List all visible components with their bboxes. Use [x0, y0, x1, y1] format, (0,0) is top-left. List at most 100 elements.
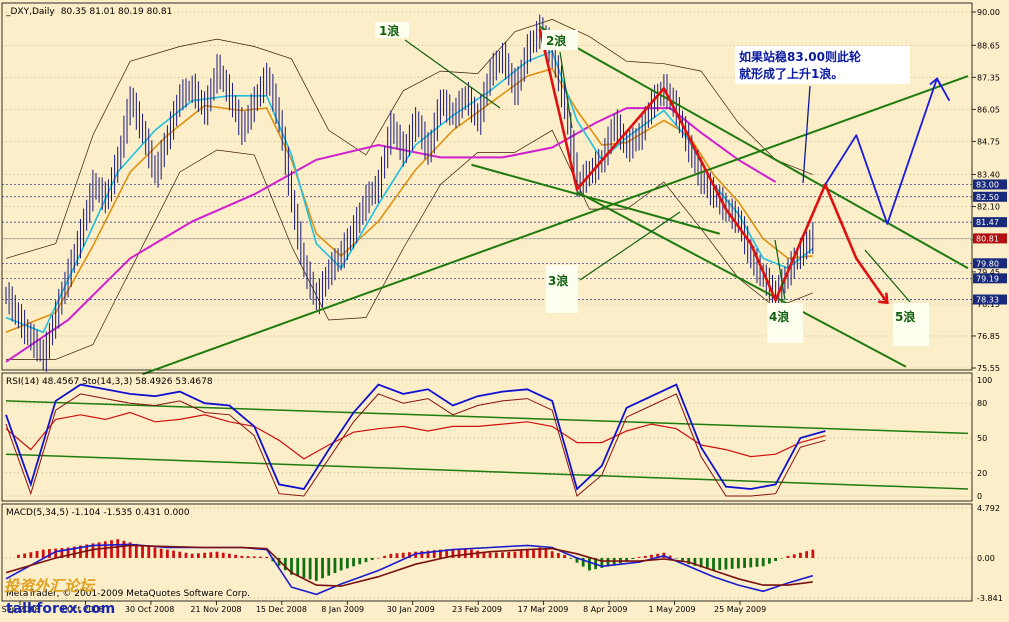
macd-histogram-bar	[724, 557, 728, 570]
macd-histogram-bar	[54, 548, 58, 558]
macd-histogram-bar	[383, 555, 386, 558]
macd-histogram-bar	[17, 554, 20, 558]
macd-histogram-bar	[159, 548, 163, 558]
macd-histogram-bar	[556, 553, 560, 558]
note-line2: 就形成了上升1浪。	[739, 66, 843, 81]
price-level-tag: 79.80	[976, 259, 999, 268]
price-tick-label: 84.75	[977, 137, 1000, 146]
price-level-tag: 78.33	[976, 296, 999, 305]
macd-histogram-bar	[774, 557, 777, 562]
macd-histogram-bar	[321, 557, 324, 579]
macd-histogram-bar	[327, 557, 331, 576]
rsi-header: RSI(14) 48.4567 Sto(14,3,3) 58.4926 53.4…	[6, 377, 213, 387]
macd-histogram-bar	[122, 540, 126, 558]
date-tick-label: 15 Dec 2008	[256, 605, 307, 614]
macd-histogram-bar	[314, 557, 318, 581]
macd-histogram-bar	[507, 551, 511, 558]
watermark-site: talkforex.com	[6, 601, 115, 617]
macd-histogram-bar	[221, 552, 225, 558]
macd-histogram-bar	[48, 549, 51, 558]
price-level-tag: 83.00	[976, 180, 999, 189]
macd-histogram-bar	[339, 557, 343, 571]
price-level-tag: 79.19	[976, 274, 999, 283]
wave4-text: 4浪	[769, 309, 789, 324]
macd-histogram-bar	[209, 552, 213, 558]
macd-histogram-bar	[513, 551, 517, 558]
macd-histogram-bar	[631, 557, 635, 559]
macd-histogram-bar	[476, 550, 480, 558]
macd-histogram-bar	[333, 557, 337, 574]
macd-histogram-bar	[544, 549, 548, 558]
rsi-tick-label: 80	[977, 399, 987, 408]
macd-histogram-bar	[799, 552, 802, 558]
macd-histogram-bar	[501, 552, 504, 558]
macd-histogram-bar	[296, 557, 300, 577]
rsi-tick-label: 50	[977, 434, 987, 443]
macd-histogram-bar	[395, 553, 399, 558]
macd-tick-label: -3.841	[977, 594, 1003, 603]
price-tick-label: 83.40	[977, 171, 1000, 180]
macd-histogram-bar	[240, 555, 244, 558]
macd-histogram-bar	[190, 553, 194, 558]
price-level-tag: 80.81	[976, 234, 999, 243]
macd-histogram-bar	[767, 557, 771, 564]
macd-histogram-bar	[780, 557, 784, 559]
macd-histogram-bar	[252, 556, 256, 558]
wave3-box	[546, 265, 578, 313]
macd-histogram-bar	[141, 545, 144, 558]
macd-histogram-bar	[389, 553, 393, 558]
macd-histogram-bar	[35, 550, 39, 558]
macd-tick-label: 0.00	[977, 554, 995, 563]
wave1-text: 1浪	[379, 23, 399, 38]
macd-histogram-bar	[308, 557, 312, 580]
wave5-text: 5浪	[895, 309, 915, 324]
macd-histogram-bar	[637, 556, 641, 558]
date-tick-label: 1 May 2009	[649, 605, 696, 614]
macd-histogram-bar	[197, 553, 200, 558]
macd-histogram-bar	[215, 551, 219, 558]
date-tick-label: 23 Feb 2009	[452, 605, 502, 614]
macd-histogram-bar	[234, 554, 238, 558]
macd-histogram-bar	[811, 549, 815, 558]
macd-histogram-bar	[457, 548, 461, 558]
date-tick-label: 21 Nov 2008	[190, 605, 241, 614]
macd-histogram-bar	[246, 556, 250, 558]
price-level-tag: 81.47	[976, 218, 999, 227]
macd-histogram-bar	[103, 541, 107, 558]
macd-histogram-bar	[147, 546, 151, 558]
macd-histogram-bar	[23, 553, 27, 558]
chart-window: 90.0088.6587.3586.0584.7583.4082.1080.75…	[0, 0, 1009, 618]
macd-histogram-bar	[165, 549, 169, 558]
macd-histogram-bar	[352, 557, 355, 567]
price-tick-label: 86.05	[977, 105, 1000, 114]
macd-histogram-bar	[184, 552, 188, 558]
date-tick-label: 8 Apr 2009	[583, 605, 627, 614]
macd-histogram-bar	[376, 557, 380, 559]
note-line1: 如果站稳83.00则此轮	[739, 49, 862, 64]
macd-histogram-bar	[172, 550, 175, 558]
macd-tick-label: 4.792	[977, 504, 1000, 513]
macd-histogram-bar	[718, 557, 722, 570]
price-level-tag: 82.50	[976, 193, 999, 202]
macd-histogram-bar	[643, 555, 647, 558]
macd-header: MACD(5,34,5) -1.104 -1.535 0.431 0.000	[6, 508, 190, 518]
macd-histogram-bar	[116, 539, 120, 558]
macd-histogram-bar	[563, 554, 566, 558]
macd-histogram-bar	[41, 549, 45, 558]
wave2-text: 2浪	[546, 33, 566, 48]
macd-histogram-bar	[302, 557, 306, 578]
date-tick-label: 25 May 2009	[714, 605, 766, 614]
macd-histogram-bar	[792, 554, 796, 558]
macd-histogram-bar	[550, 551, 554, 558]
price-tick-label: 82.10	[977, 203, 1000, 212]
macd-histogram-bar	[364, 557, 368, 563]
macd-histogram-bar	[730, 557, 734, 569]
rsi-tick-label: 100	[977, 376, 992, 385]
price-tick-label: 90.00	[977, 8, 1000, 17]
macd-histogram-bar	[749, 557, 753, 568]
macd-histogram-bar	[755, 557, 759, 567]
chart-svg: 90.0088.6587.3586.0584.7583.4082.1080.75…	[0, 0, 1009, 618]
price-tick-label: 88.65	[977, 41, 1000, 50]
macd-histogram-bar	[29, 552, 33, 558]
price-tick-label: 75.55	[977, 364, 1000, 373]
